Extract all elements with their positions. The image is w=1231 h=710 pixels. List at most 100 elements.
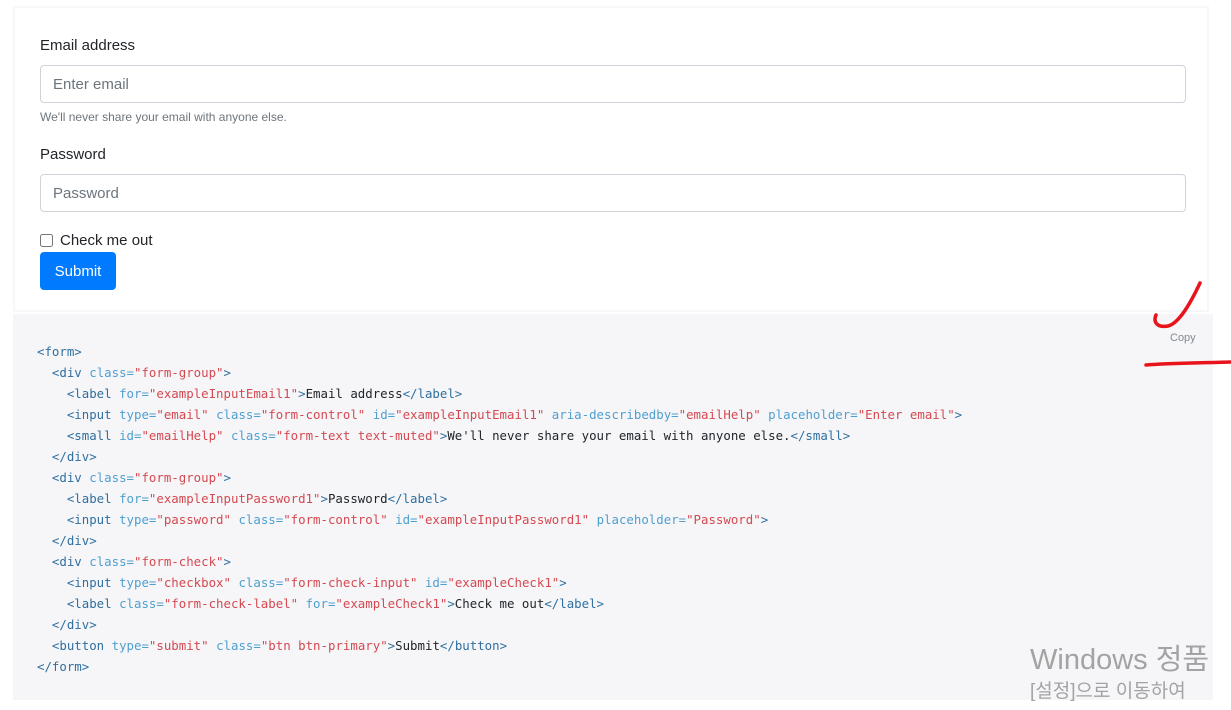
code-token: </div> bbox=[51, 533, 97, 548]
code-token: id= bbox=[424, 575, 448, 590]
code-line: <label class="form-check-label" for="exa… bbox=[37, 593, 962, 614]
password-label: Password bbox=[40, 146, 106, 163]
code-token: id= bbox=[119, 428, 142, 443]
code-token: "form-text text-muted" bbox=[275, 428, 440, 443]
code-token: "exampleCheck1" bbox=[447, 575, 560, 590]
code-token: <div bbox=[51, 554, 90, 569]
code-token: "Enter email" bbox=[857, 407, 955, 422]
code-token: "exampleInputEmail1" bbox=[395, 407, 545, 422]
code-token: type= bbox=[119, 512, 157, 527]
code-token: "btn btn-primary" bbox=[260, 638, 388, 653]
code-token: <label bbox=[66, 386, 120, 401]
code-token: </label> bbox=[402, 386, 463, 401]
code-token: <small bbox=[66, 428, 120, 443]
code-token: "emailHelp" bbox=[678, 407, 761, 422]
code-snippet: <form> <div class="form-group"> <label f… bbox=[37, 341, 962, 677]
code-token: class= bbox=[238, 575, 284, 590]
form-example-preview bbox=[13, 6, 1209, 312]
code-line: <label for="exampleInputEmail1">Email ad… bbox=[37, 383, 962, 404]
code-token: </small> bbox=[790, 428, 851, 443]
code-token: placeholder= bbox=[768, 407, 858, 422]
code-token: <input bbox=[66, 407, 120, 422]
code-line: </form> bbox=[37, 656, 962, 677]
code-token: </label> bbox=[387, 491, 448, 506]
code-token: class= bbox=[230, 428, 276, 443]
code-token: for= bbox=[119, 491, 149, 506]
code-token: for= bbox=[119, 386, 149, 401]
code-token: We'll never share your email with anyone… bbox=[447, 428, 791, 443]
code-token: "form-group" bbox=[134, 365, 224, 380]
code-token: "form-check" bbox=[134, 554, 224, 569]
code-token: Email address bbox=[305, 386, 403, 401]
code-token: id= bbox=[395, 512, 418, 527]
check-me-out-group: Check me out bbox=[39, 231, 153, 249]
code-token: Submit bbox=[395, 638, 440, 653]
code-line: </div> bbox=[37, 530, 962, 551]
code-token: placeholder= bbox=[596, 512, 687, 527]
checkmark-annotation bbox=[1153, 281, 1202, 329]
code-token: class= bbox=[89, 470, 134, 485]
code-token: "email" bbox=[156, 407, 209, 422]
code-line: <input type="checkbox" class="form-check… bbox=[37, 572, 962, 593]
code-token: <div bbox=[51, 470, 90, 485]
email-input[interactable] bbox=[40, 65, 1186, 103]
code-token: class= bbox=[89, 554, 134, 569]
password-input[interactable] bbox=[40, 174, 1186, 212]
code-token: "emailHelp" bbox=[141, 428, 224, 443]
code-line: </div> bbox=[37, 446, 962, 467]
code-token: </div> bbox=[51, 449, 97, 464]
code-token: "exampleInputPassword1" bbox=[148, 491, 321, 506]
code-token: > bbox=[760, 512, 769, 527]
submit-button[interactable]: Submit bbox=[40, 252, 116, 290]
code-token: > bbox=[320, 491, 328, 506]
code-token: "form-group" bbox=[134, 470, 224, 485]
check-me-out-label[interactable]: Check me out bbox=[60, 232, 153, 249]
code-token: </form> bbox=[37, 659, 90, 674]
code-line: <button type="submit" class="btn btn-pri… bbox=[37, 635, 962, 656]
code-line: <div class="form-check"> bbox=[37, 551, 962, 572]
code-token: <label bbox=[66, 596, 120, 611]
code-token: "form-control" bbox=[260, 407, 366, 422]
code-token: "submit" bbox=[148, 638, 209, 653]
code-token: type= bbox=[119, 575, 157, 590]
code-token: <div bbox=[51, 365, 90, 380]
code-token: class= bbox=[238, 512, 284, 527]
code-token: <input bbox=[66, 575, 120, 590]
code-token: "exampleInputEmail1" bbox=[148, 386, 299, 401]
code-token: </div> bbox=[51, 617, 97, 632]
check-me-out-checkbox[interactable] bbox=[40, 233, 53, 247]
code-token: type= bbox=[111, 638, 149, 653]
code-token: "checkbox" bbox=[156, 575, 231, 590]
red-annotation-marks bbox=[1144, 281, 1231, 367]
code-token: "Password" bbox=[686, 512, 761, 527]
code-token: > bbox=[223, 554, 231, 569]
code-token: Check me out bbox=[454, 596, 545, 611]
windows-activation-watermark-subtitle: [설정]으로 이동하여 bbox=[1030, 681, 1186, 702]
code-token: "password" bbox=[156, 512, 231, 527]
email-label: Email address bbox=[40, 37, 136, 54]
code-token: <label bbox=[66, 491, 120, 506]
code-token: Password bbox=[327, 491, 388, 506]
code-token: > bbox=[954, 407, 963, 422]
email-help-text: We'll never share your email with anyone… bbox=[40, 110, 287, 124]
windows-activation-watermark-title: Windows 정품 bbox=[1030, 644, 1210, 676]
code-token: "form-control" bbox=[283, 512, 388, 527]
code-line: <div class="form-group"> bbox=[37, 467, 962, 488]
